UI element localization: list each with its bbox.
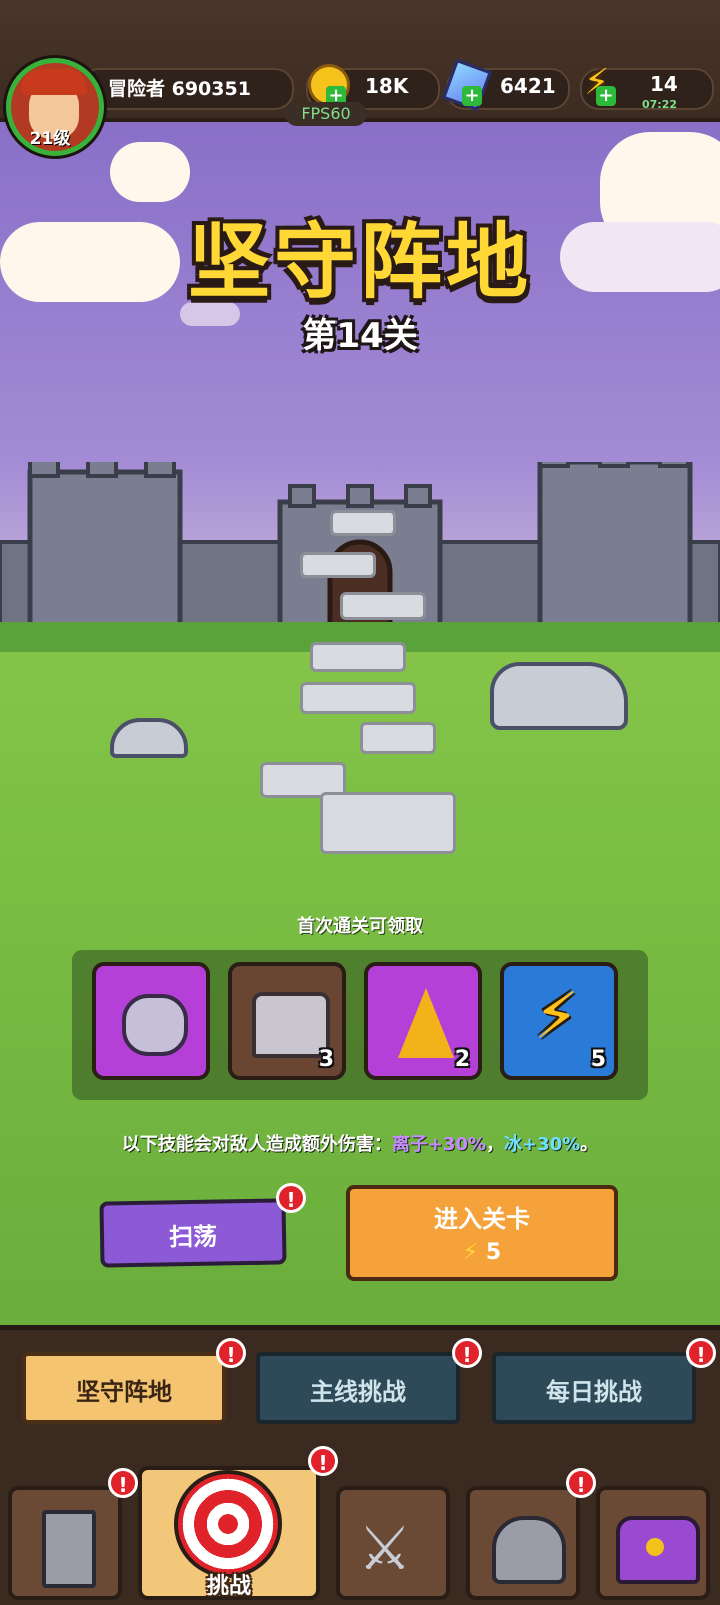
stage-number: 第14关: [302, 316, 418, 356]
tower-icon: [42, 1510, 96, 1588]
reward-count: 3: [318, 1047, 334, 1072]
nav-challenge[interactable]: 挑战: [138, 1466, 320, 1600]
player-level: 21级: [29, 129, 71, 149]
energy-cost: 5: [485, 1240, 502, 1265]
add-gems-icon[interactable]: +: [462, 86, 482, 106]
add-energy-icon[interactable]: +: [596, 86, 616, 106]
reward-count: 5: [590, 1047, 606, 1072]
enter-stage-button[interactable]: 进入关卡 ⚡ 5: [346, 1185, 618, 1281]
reward-item[interactable]: [92, 962, 210, 1080]
tab-hold-ground[interactable]: 坚守阵地: [22, 1352, 226, 1424]
chest-icon: [616, 1516, 700, 1584]
info-separator: ，: [486, 1134, 504, 1155]
nav-tower[interactable]: [8, 1486, 122, 1600]
info-prefix: 以下技能会对敌人造成额外伤害：: [121, 1134, 392, 1155]
nav-alert-icon: !: [566, 1468, 596, 1498]
tab-alert-icon: !: [686, 1338, 716, 1368]
enter-stage-label: 进入关卡: [434, 1205, 530, 1233]
nav-shop[interactable]: [596, 1486, 710, 1600]
energy-count: 14: [650, 72, 678, 96]
stage-title: 坚守阵地: [187, 215, 532, 310]
helmet-icon: [492, 1516, 566, 1584]
reward-item[interactable]: 2: [364, 962, 482, 1080]
coin-count: 18K: [365, 74, 409, 98]
player-name: 冒险者 690351: [108, 78, 251, 100]
nav-challenge-label: 挑战: [206, 1574, 251, 1599]
cloud: [110, 142, 190, 202]
tab-alert-icon: !: [216, 1338, 246, 1368]
lightning-icon: ⚡: [462, 1240, 479, 1265]
lightning-icon: ⚡: [534, 980, 579, 1054]
rune-stone-icon: [122, 994, 188, 1056]
reward-item[interactable]: 3: [228, 962, 346, 1080]
tab-main-challenge[interactable]: 主线挑战: [256, 1352, 460, 1424]
sweep-button[interactable]: 扫荡: [99, 1198, 287, 1268]
skill-bonus-info: 以下技能会对敌人造成额外伤害：离子+30%，冰+30%。: [0, 1130, 720, 1156]
reward-count: 2: [454, 1047, 470, 1072]
reward-item[interactable]: ⚡ 5: [500, 962, 618, 1080]
ion-bonus: 离子+30%: [391, 1134, 486, 1155]
info-suffix: 。: [580, 1134, 599, 1155]
chest-lock: [646, 1538, 664, 1556]
nav-alert-icon: !: [308, 1446, 338, 1476]
gem-count: 6421: [500, 74, 556, 98]
nav-battle[interactable]: ⚔: [336, 1486, 450, 1600]
first-clear-reward-label: 首次通关可领取: [297, 916, 423, 937]
sweep-alert-icon: !: [276, 1183, 306, 1213]
hair: [21, 69, 87, 95]
nav-alert-icon: !: [108, 1468, 138, 1498]
tab-alert-icon: !: [452, 1338, 482, 1368]
fps-counter: FPS60: [285, 102, 367, 126]
nav-hero[interactable]: [466, 1486, 580, 1600]
enter-stage-cost: ⚡ 5: [350, 1240, 614, 1265]
target-icon: [174, 1470, 282, 1578]
crossed-swords-icon: ⚔: [358, 1514, 412, 1584]
tab-daily-challenge[interactable]: 每日挑战: [492, 1352, 696, 1424]
energy-timer: 07:22: [642, 98, 678, 111]
crystal-icon: [398, 988, 454, 1058]
ice-bonus: 冰+30%: [504, 1134, 581, 1155]
